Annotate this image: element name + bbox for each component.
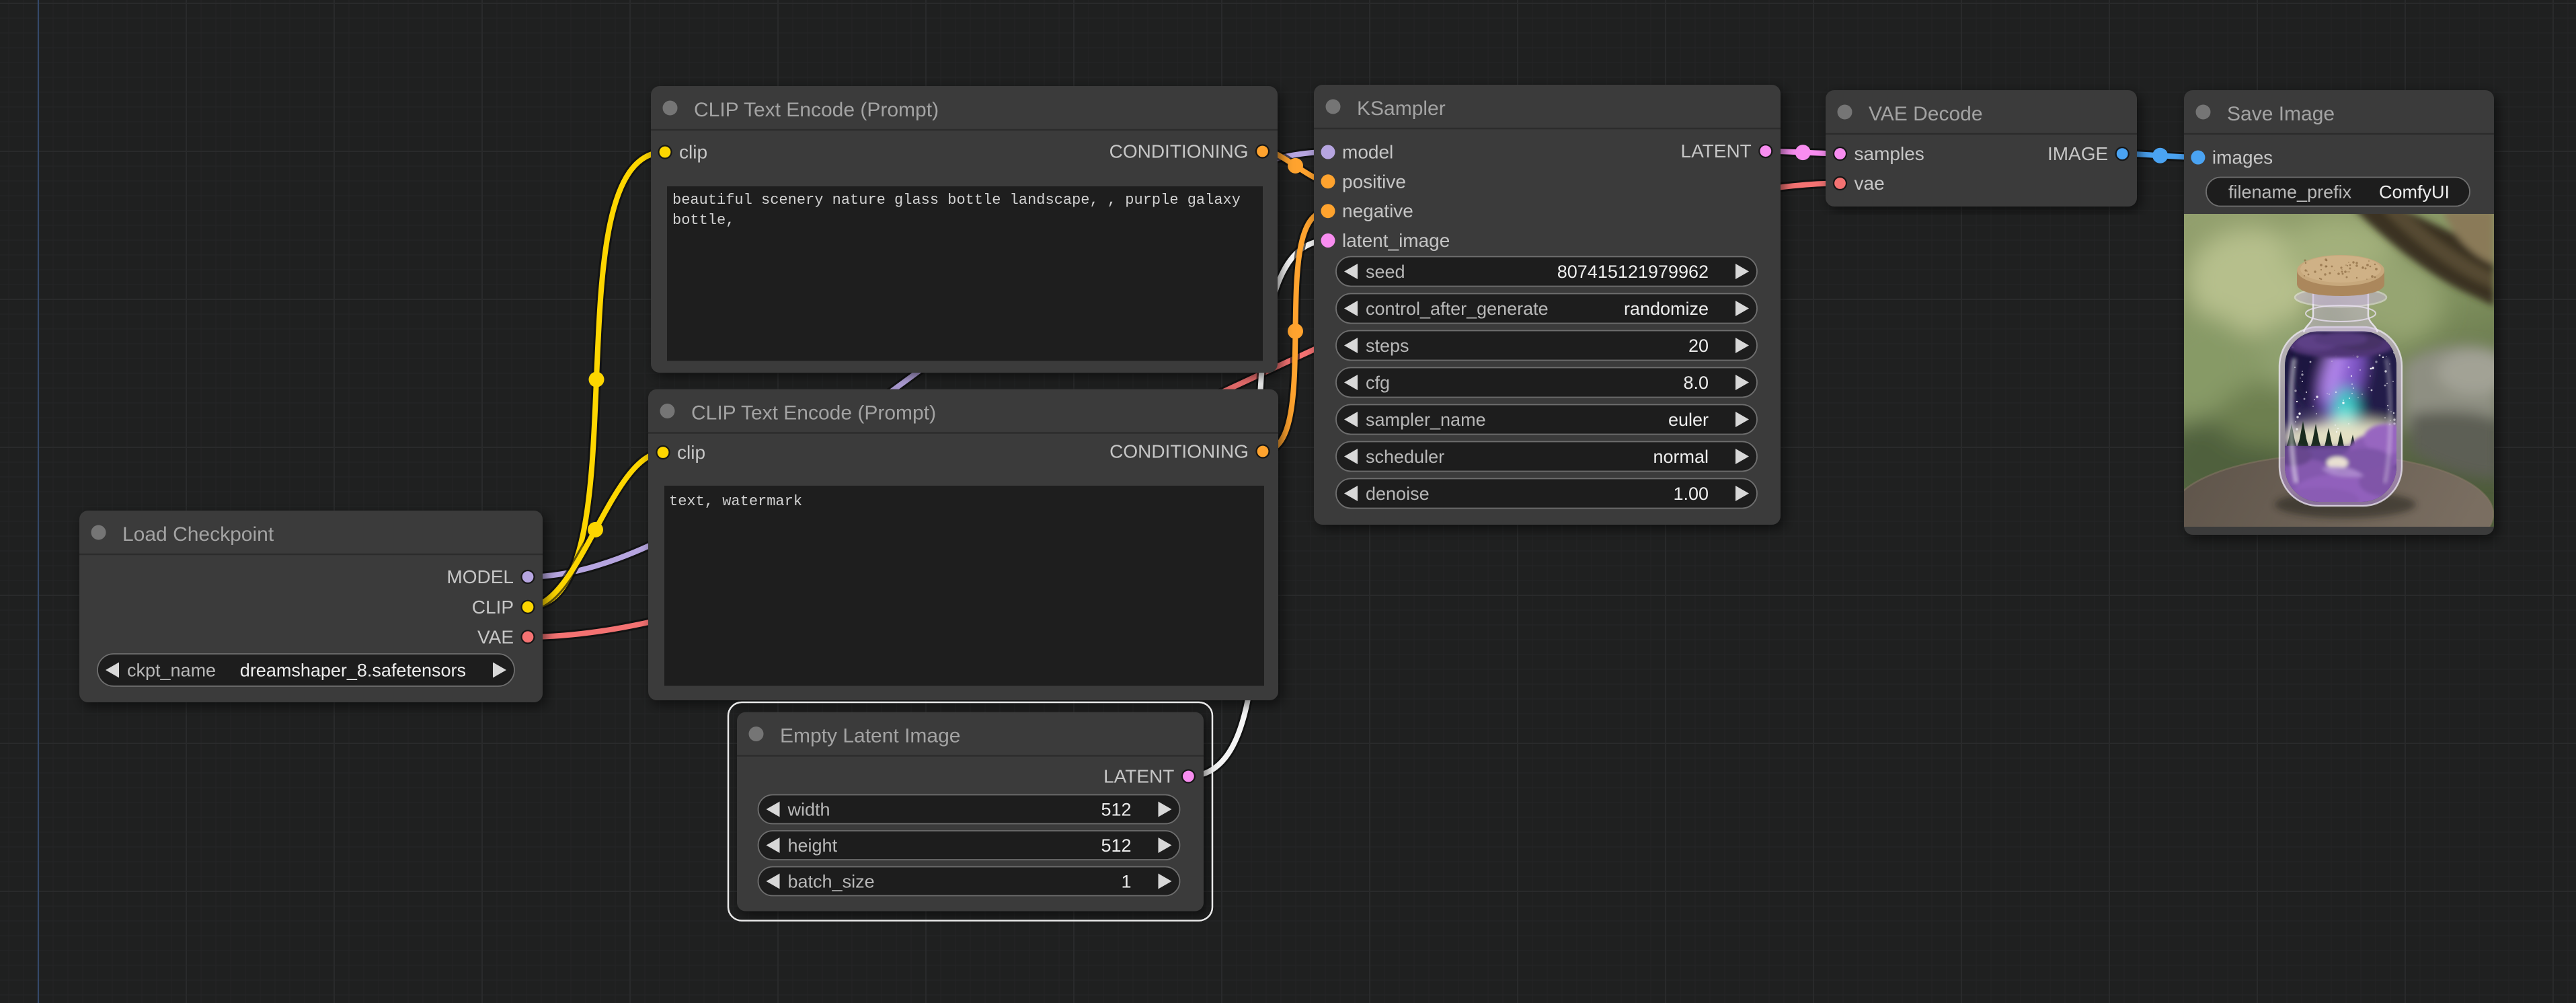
svg-text:Empty Latent Image: Empty Latent Image (780, 725, 960, 747)
svg-text:Load Checkpoint: Load Checkpoint (122, 523, 274, 546)
svg-text:scheduler: scheduler (1366, 447, 1444, 467)
svg-text:512: 512 (1101, 800, 1131, 820)
svg-text:clip: clip (679, 142, 707, 163)
svg-text:KSampler: KSampler (1357, 98, 1446, 120)
svg-text:VAE: VAE (477, 626, 514, 647)
svg-text:height: height (788, 835, 838, 856)
svg-text:1.00: 1.00 (1673, 484, 1709, 504)
svg-text:CLIP Text Encode (Prompt): CLIP Text Encode (Prompt) (691, 402, 936, 424)
svg-text:latent_image: latent_image (1342, 230, 1450, 251)
svg-text:VAE Decode: VAE Decode (1869, 103, 1983, 125)
svg-text:denoise: denoise (1366, 484, 1430, 504)
svg-text:Save Image: Save Image (2227, 103, 2335, 125)
svg-text:LATENT: LATENT (1681, 141, 1752, 161)
svg-text:batch_size: batch_size (788, 872, 875, 892)
svg-text:CLIP Text Encode (Prompt): CLIP Text Encode (Prompt) (694, 99, 939, 121)
svg-text:MODEL: MODEL (446, 566, 514, 587)
svg-text:8.0: 8.0 (1683, 373, 1709, 393)
svg-text:negative: negative (1342, 200, 1413, 221)
svg-text:seed: seed (1366, 262, 1405, 282)
svg-text:IMAGE: IMAGE (2047, 143, 2108, 164)
svg-text:CONDITIONING: CONDITIONING (1109, 441, 1249, 462)
svg-text:vae: vae (1855, 173, 1885, 194)
svg-text:512: 512 (1101, 835, 1131, 856)
svg-text:control_after_generate: control_after_generate (1366, 299, 1549, 319)
svg-text:ckpt_name: ckpt_name (127, 661, 216, 681)
svg-text:steps: steps (1366, 336, 1409, 356)
svg-text:beautiful scenery nature glass: beautiful scenery nature glass bottle la… (672, 192, 1241, 209)
svg-text:normal: normal (1653, 447, 1709, 467)
svg-text:euler: euler (1668, 410, 1709, 430)
svg-text:807415121979962: 807415121979962 (1557, 262, 1709, 282)
svg-text:positive: positive (1342, 171, 1406, 192)
svg-text:ComfyUI: ComfyUI (2379, 182, 2450, 202)
svg-text:randomize: randomize (1624, 299, 1709, 319)
svg-text:sampler_name: sampler_name (1366, 410, 1486, 430)
svg-text:CLIP: CLIP (472, 597, 514, 618)
svg-text:samples: samples (1855, 143, 1924, 164)
svg-text:width: width (787, 800, 830, 820)
svg-text:bottle,: bottle, (672, 212, 734, 229)
svg-text:CONDITIONING: CONDITIONING (1109, 141, 1249, 162)
svg-text:dreamshaper_8.safetensors: dreamshaper_8.safetensors (240, 661, 466, 681)
svg-text:1: 1 (1121, 872, 1131, 892)
svg-text:20: 20 (1688, 336, 1709, 356)
svg-text:model: model (1342, 142, 1393, 163)
svg-text:images: images (2212, 147, 2273, 168)
svg-text:LATENT: LATENT (1103, 766, 1174, 787)
svg-text:text, watermark: text, watermark (669, 493, 802, 510)
svg-text:filename_prefix: filename_prefix (2228, 182, 2352, 202)
svg-text:clip: clip (677, 442, 705, 463)
svg-text:cfg: cfg (1366, 373, 1390, 393)
